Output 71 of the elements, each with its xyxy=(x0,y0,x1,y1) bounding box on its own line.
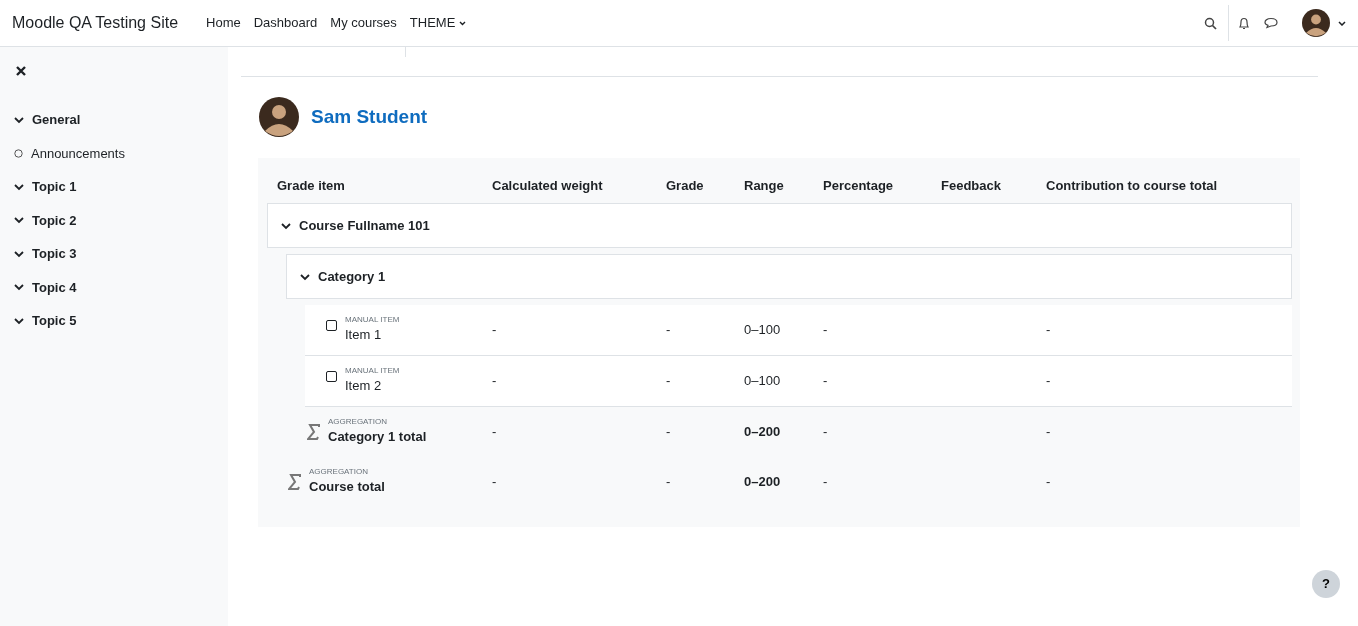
section-link[interactable]: Topic 5 xyxy=(32,311,77,331)
total-name: Category 1 total xyxy=(328,427,427,446)
table-cell: - xyxy=(492,322,497,338)
column-header: Percentage xyxy=(823,177,894,193)
section-link[interactable]: Topic 3 xyxy=(32,244,77,264)
table-cell: - xyxy=(823,322,828,338)
avatar xyxy=(259,97,299,137)
table-cell: - xyxy=(666,474,671,490)
table-cell: - xyxy=(666,373,671,389)
nav-link[interactable]: Home xyxy=(206,13,241,33)
table-cell: - xyxy=(1046,424,1051,440)
user-avatar[interactable] xyxy=(1302,9,1330,37)
item-type-label: MANUAL ITEM xyxy=(345,366,400,376)
chat-icon[interactable] xyxy=(1264,17,1278,29)
nav-link[interactable]: My courses xyxy=(330,13,397,33)
table-cell: - xyxy=(1046,322,1051,338)
category-name: Category 1 xyxy=(318,267,386,286)
table-cell: 0–200 xyxy=(744,474,781,490)
circle-icon xyxy=(14,148,23,158)
item-type-label: MANUAL ITEM xyxy=(345,315,400,325)
search-icon[interactable] xyxy=(1204,16,1217,30)
chevron-icon[interactable] xyxy=(281,220,291,231)
table-cell: - xyxy=(1046,373,1051,389)
chevron-icon[interactable] xyxy=(14,215,24,226)
close-icon[interactable] xyxy=(16,66,26,76)
category-name: Course Fullname 101 xyxy=(299,216,430,235)
table-cell: - xyxy=(823,373,828,389)
table-cell: - xyxy=(492,373,497,389)
nav-link[interactable]: THEME xyxy=(409,13,467,33)
chevron-icon[interactable] xyxy=(14,181,24,192)
table-cell: - xyxy=(823,424,828,440)
table-cell: - xyxy=(666,424,671,440)
table-cell: - xyxy=(1046,474,1051,490)
section-link[interactable]: Topic 4 xyxy=(32,277,77,297)
table-cell: - xyxy=(823,474,828,490)
item-type-label: AGGREGATION xyxy=(309,467,369,477)
table-cell: 0–100 xyxy=(744,373,781,389)
column-header: Calculated weight xyxy=(492,177,603,193)
chevron-icon[interactable] xyxy=(14,114,24,125)
section-link[interactable]: General xyxy=(32,110,81,130)
item-type-label: AGGREGATION xyxy=(328,417,388,427)
total-name: Course total xyxy=(309,477,385,496)
section-link[interactable]: Topic 1 xyxy=(32,177,77,197)
column-header: Range xyxy=(744,177,784,193)
column-header: Grade xyxy=(666,177,704,193)
chevron-icon[interactable] xyxy=(14,282,24,293)
caret-icon[interactable] xyxy=(1338,20,1346,26)
grade-item-link[interactable]: Item 1 xyxy=(345,324,400,345)
grade-item-link[interactable]: Item 2 xyxy=(345,375,400,396)
table-cell: 0–200 xyxy=(744,424,781,440)
sigma-icon xyxy=(307,424,320,440)
table-cell: - xyxy=(492,474,497,490)
checkbox[interactable] xyxy=(326,370,337,382)
bell-icon[interactable] xyxy=(1238,16,1250,30)
help-button[interactable]: ? xyxy=(1312,570,1340,598)
chevron-icon[interactable] xyxy=(300,271,310,282)
section-link[interactable]: Topic 2 xyxy=(32,210,77,230)
site-name[interactable]: Moodle QA Testing Site xyxy=(12,11,179,35)
user-name-link[interactable]: Sam Student xyxy=(311,102,428,132)
chevron-icon[interactable] xyxy=(14,248,24,259)
checkbox[interactable] xyxy=(326,319,337,331)
sigma-icon xyxy=(288,474,301,490)
column-header: Feedback xyxy=(941,177,1001,193)
table-cell: 0–100 xyxy=(744,322,781,338)
table-cell: - xyxy=(666,322,671,338)
activity-link[interactable]: Announcements xyxy=(31,143,125,163)
column-header: Grade item xyxy=(277,177,345,193)
table-cell: - xyxy=(492,424,497,440)
column-header: Contribution to course total xyxy=(1046,177,1218,193)
nav-link[interactable]: Dashboard xyxy=(253,13,318,33)
chevron-icon[interactable] xyxy=(14,315,24,326)
